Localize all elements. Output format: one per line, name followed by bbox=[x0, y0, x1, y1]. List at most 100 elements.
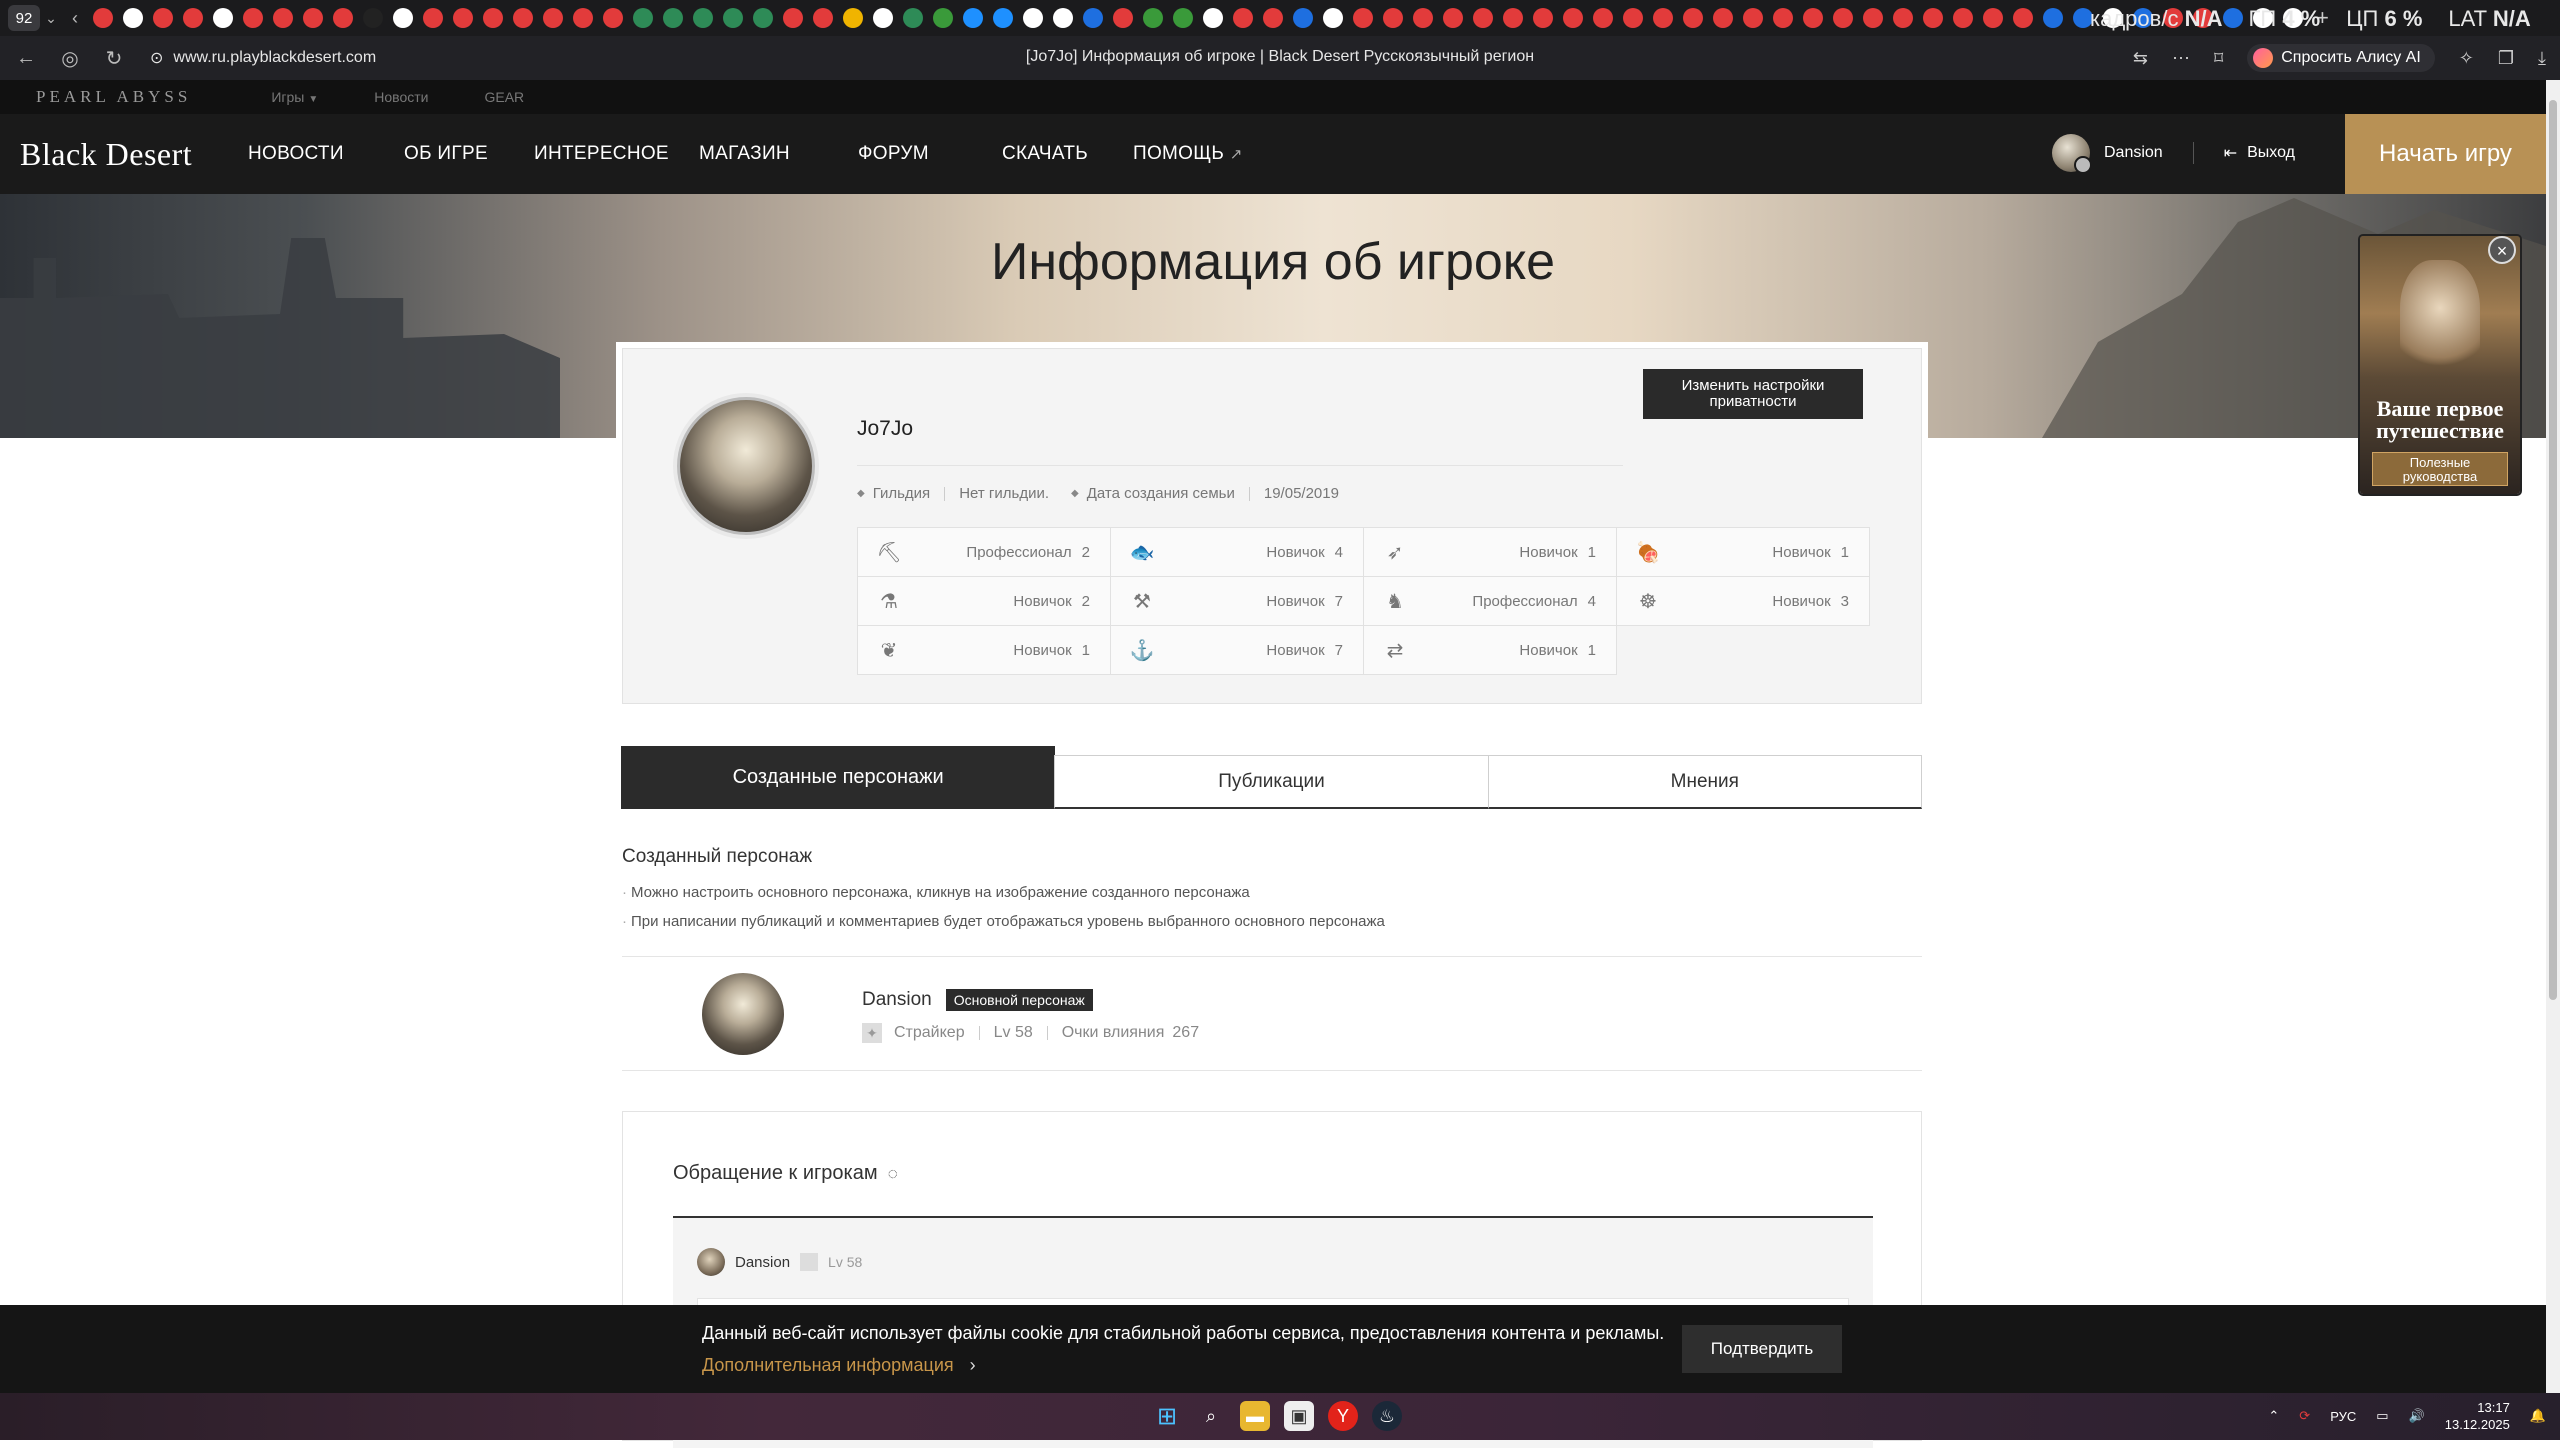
tab-favicon-icon[interactable] bbox=[843, 8, 863, 28]
tab-favicon-icon[interactable] bbox=[1593, 8, 1613, 28]
tab-favicon-icon[interactable] bbox=[303, 8, 323, 28]
tab-favicon-icon[interactable] bbox=[363, 8, 383, 28]
character-avatar[interactable] bbox=[702, 973, 784, 1055]
tab-favicon-icon[interactable] bbox=[633, 8, 653, 28]
tab-favicon-icon[interactable] bbox=[2043, 8, 2063, 28]
language-indicator[interactable]: РУС bbox=[2330, 1409, 2356, 1424]
tab-favicon-icon[interactable] bbox=[1383, 8, 1403, 28]
tab-favicon-icon[interactable] bbox=[183, 8, 203, 28]
tab-favicon-icon[interactable] bbox=[1893, 8, 1913, 28]
tab-favicon-icon[interactable] bbox=[1353, 8, 1373, 28]
tab-favicon-icon[interactable] bbox=[453, 8, 473, 28]
tab-favicon-icon[interactable] bbox=[1443, 8, 1463, 28]
tab-favicon-icon[interactable] bbox=[1173, 8, 1193, 28]
tab-favicon-icon[interactable] bbox=[1083, 8, 1103, 28]
reload-icon[interactable]: ↻ bbox=[96, 46, 132, 71]
gear-link[interactable]: GEAR bbox=[484, 89, 524, 105]
bookmark-icon[interactable]: ⌑ bbox=[2214, 48, 2223, 69]
nav-download[interactable]: СКАЧАТЬ bbox=[1002, 143, 1088, 165]
volume-icon[interactable]: 🔊 bbox=[2409, 1408, 2425, 1424]
news-link[interactable]: Новости bbox=[374, 89, 428, 105]
tab-favicon-icon[interactable] bbox=[1143, 8, 1163, 28]
tab-favicon-icon[interactable] bbox=[903, 8, 923, 28]
logout-button[interactable]: ⇤ Выход bbox=[2224, 143, 2295, 163]
nav-shop[interactable]: МАГАЗИН bbox=[699, 143, 790, 165]
scrollbar-thumb[interactable] bbox=[2549, 100, 2557, 1000]
tab-favicon-icon[interactable] bbox=[1683, 8, 1703, 28]
tab-favicon-icon[interactable] bbox=[1023, 8, 1043, 28]
user-avatar[interactable] bbox=[2052, 134, 2092, 174]
tab-favicon-icon[interactable] bbox=[693, 8, 713, 28]
translate-icon[interactable]: ⇆ bbox=[2133, 48, 2148, 69]
privacy-settings-button[interactable]: Изменить настройки приватности bbox=[1643, 369, 1863, 419]
tab-favicon-icon[interactable] bbox=[273, 8, 293, 28]
tab-favicon-icon[interactable] bbox=[393, 8, 413, 28]
display-icon[interactable]: ▭ bbox=[2376, 1408, 2388, 1424]
pearl-abyss-logo[interactable]: PEARL ABYSS bbox=[36, 87, 191, 107]
tab-favicon-icon[interactable] bbox=[1953, 8, 1973, 28]
tab-favicon-icon[interactable] bbox=[1623, 8, 1643, 28]
nav-interesting[interactable]: ИНТЕРЕСНОЕ bbox=[534, 143, 669, 165]
tab-favicon-icon[interactable] bbox=[213, 8, 233, 28]
tab-favicon-icon[interactable] bbox=[1983, 8, 2003, 28]
sync-icon[interactable]: ⟳ bbox=[2299, 1408, 2310, 1424]
tab-favicon-icon[interactable] bbox=[1233, 8, 1253, 28]
nav-news[interactable]: НОВОСТИ bbox=[248, 143, 344, 165]
cookie-more-link[interactable]: Дополнительная информация › bbox=[702, 1355, 976, 1376]
search-icon[interactable]: ⌕ bbox=[1196, 1401, 1226, 1431]
tab-favicon-icon[interactable] bbox=[243, 8, 263, 28]
tab-favicon-icon[interactable] bbox=[1293, 8, 1313, 28]
tab-favicon-icon[interactable] bbox=[423, 8, 443, 28]
protect-icon[interactable]: ◎ bbox=[52, 46, 88, 71]
tab-favicon-icon[interactable] bbox=[123, 8, 143, 28]
tab-favicon-icon[interactable] bbox=[1503, 8, 1523, 28]
tab-favicon-icon[interactable] bbox=[543, 8, 563, 28]
tab-favicon-icon[interactable] bbox=[1533, 8, 1553, 28]
tab-favicon-icon[interactable] bbox=[1563, 8, 1583, 28]
tab-favicon-icon[interactable] bbox=[993, 8, 1013, 28]
user-name[interactable]: Dansion bbox=[2104, 144, 2163, 162]
collections-icon[interactable]: ❐ bbox=[2498, 48, 2514, 69]
tab-favicon-icon[interactable] bbox=[1203, 8, 1223, 28]
tab-favicon-icon[interactable] bbox=[1473, 8, 1493, 28]
tab-favicon-icon[interactable] bbox=[513, 8, 533, 28]
tab-favicon-icon[interactable] bbox=[1653, 8, 1673, 28]
close-icon[interactable]: × bbox=[2488, 236, 2516, 264]
back-icon[interactable]: ← bbox=[8, 47, 44, 70]
notifications-icon[interactable]: 🔔 bbox=[2530, 1408, 2546, 1424]
tab-favicon-icon[interactable] bbox=[153, 8, 173, 28]
tab-favicon-icon[interactable] bbox=[573, 8, 593, 28]
chevron-down-icon[interactable]: ⌄ bbox=[40, 10, 62, 27]
url-field[interactable]: ⊙ www.ru.playblackdesert.com bbox=[150, 48, 376, 68]
tab-favicon-icon[interactable] bbox=[1713, 8, 1733, 28]
tab-favicon-icon[interactable] bbox=[933, 8, 953, 28]
tab-favicon-icon[interactable] bbox=[333, 8, 353, 28]
yandex-browser-icon[interactable]: Y bbox=[1328, 1401, 1358, 1431]
tab-favicon-icon[interactable] bbox=[753, 8, 773, 28]
tab-favicon-icon[interactable] bbox=[93, 8, 113, 28]
tab-favicon-icon[interactable] bbox=[873, 8, 893, 28]
start-game-button[interactable]: Начать игру bbox=[2345, 114, 2546, 194]
nav-help[interactable]: ПОМОЩЬ ↗ bbox=[1133, 143, 1243, 165]
nav-about[interactable]: ОБ ИГРЕ bbox=[404, 143, 488, 165]
tab-favicon-icon[interactable] bbox=[663, 8, 683, 28]
store-icon[interactable]: ▣ bbox=[1284, 1401, 1314, 1431]
tabs-scroll-left-icon[interactable]: ‹ bbox=[62, 8, 88, 29]
tab-favicon-icon[interactable] bbox=[1053, 8, 1073, 28]
promo-banner[interactable]: Ваше первое путешествие Полезные руковод… bbox=[2360, 236, 2520, 494]
extensions-icon[interactable]: ✧ bbox=[2459, 48, 2474, 69]
tab-favicon-icon[interactable] bbox=[1743, 8, 1763, 28]
download-icon[interactable]: ⤓ bbox=[2538, 48, 2546, 69]
tab-favicon-icon[interactable] bbox=[1833, 8, 1853, 28]
tab-characters[interactable]: Созданные персонажи bbox=[621, 746, 1056, 809]
ask-alice-button[interactable]: Спросить Алису AI bbox=[2247, 44, 2435, 72]
tab-favicon-icon[interactable] bbox=[483, 8, 503, 28]
steam-icon[interactable]: ♨ bbox=[1372, 1401, 1402, 1431]
tab-favicon-icon[interactable] bbox=[1863, 8, 1883, 28]
tab-favicon-icon[interactable] bbox=[1113, 8, 1133, 28]
nav-forum[interactable]: ФОРУМ bbox=[858, 143, 929, 165]
games-menu[interactable]: Игры ▼ bbox=[271, 89, 318, 105]
promo-guides-button[interactable]: Полезные руководства bbox=[2372, 452, 2508, 486]
tab-opinions[interactable]: Мнения bbox=[1487, 755, 1922, 809]
more-icon[interactable]: ⋯ bbox=[2172, 48, 2190, 69]
